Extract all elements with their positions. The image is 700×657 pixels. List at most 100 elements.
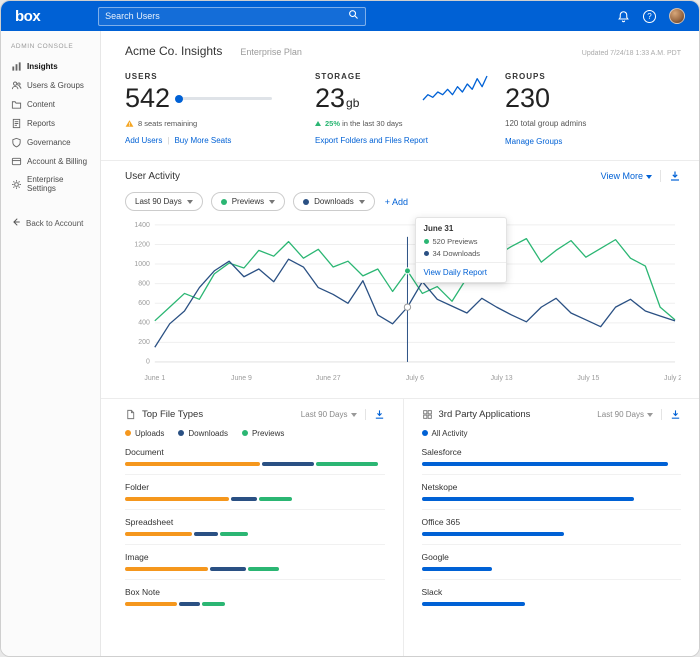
- sidebar-item-insights[interactable]: Insights: [1, 57, 100, 76]
- view-more-button[interactable]: View More: [601, 171, 652, 181]
- link-separator: |: [167, 136, 169, 145]
- add-users-link[interactable]: Add Users: [125, 136, 162, 145]
- previews-dot-icon: [424, 239, 429, 244]
- sidebar-item-governance[interactable]: Governance: [1, 133, 100, 152]
- row-bar: [422, 497, 682, 501]
- user-avatar[interactable]: [669, 8, 685, 24]
- download-apps-icon[interactable]: [661, 409, 681, 420]
- legend-dot-icon: [178, 430, 184, 436]
- app-row[interactable]: Salesforce: [422, 440, 682, 475]
- bar-segment-downloads: [210, 567, 246, 571]
- file-types-range-dropdown[interactable]: Last 90 Days: [301, 409, 385, 420]
- sidebar-item-label: Reports: [27, 119, 55, 128]
- row-label: Document: [125, 447, 385, 457]
- series-dot-icon: [303, 199, 309, 205]
- legend-item-downloads[interactable]: Downloads: [178, 429, 228, 438]
- topbar-actions: ?: [617, 8, 685, 24]
- box-logo[interactable]: box: [15, 8, 40, 25]
- notifications-bell-icon[interactable]: [617, 10, 630, 23]
- svg-text:0: 0: [146, 359, 150, 366]
- sidebar-item-label: Insights: [27, 62, 58, 71]
- app-row[interactable]: Office 365: [422, 510, 682, 545]
- sidebar-item-reports[interactable]: Reports: [1, 114, 100, 133]
- groups-count: 230: [505, 85, 550, 112]
- legend-item-uploads[interactable]: Uploads: [125, 429, 164, 438]
- legend-label: Previews: [252, 429, 284, 438]
- app-row[interactable]: Netskope: [422, 475, 682, 510]
- app-row[interactable]: Google: [422, 545, 682, 580]
- svg-text:July 6: July 6: [406, 375, 424, 382]
- third-party-apps-title: 3rd Party Applications: [439, 409, 531, 420]
- row-bar: [125, 462, 385, 466]
- row-label: Salesforce: [422, 447, 682, 457]
- sidebar-item-content[interactable]: Content: [1, 95, 100, 114]
- svg-text:July 15: July 15: [577, 375, 599, 382]
- search-input[interactable]: [105, 11, 348, 21]
- storage-trend-text: in the last 30 days: [340, 119, 403, 128]
- chevron-down-icon: [269, 200, 275, 204]
- chart-filters: Last 90 Days Previews Downloads + Add: [125, 192, 681, 211]
- filter-downloads[interactable]: Downloads: [293, 192, 375, 211]
- group-admins-text: 120 total group admins: [505, 119, 681, 128]
- view-daily-report-link[interactable]: View Daily Report: [416, 262, 506, 282]
- users-icon: [11, 80, 22, 91]
- topbar: box ?: [1, 1, 699, 31]
- export-report-link[interactable]: Export Folders and Files Report: [315, 136, 491, 145]
- bar-segment-downloads: [179, 602, 200, 606]
- bar-segment-previews: [202, 602, 225, 606]
- bar-segment-previews: [316, 462, 378, 466]
- bar-segment-all-activity: [422, 497, 635, 501]
- app-row[interactable]: Slack: [422, 580, 682, 614]
- sidebar-section-label: ADMIN CONSOLE: [1, 43, 100, 57]
- legend-item-all-activity[interactable]: All Activity: [422, 429, 468, 438]
- sidebar-item-users-groups[interactable]: Users & Groups: [1, 76, 100, 95]
- row-label: Netskope: [422, 482, 682, 492]
- row-label: Spreadsheet: [125, 517, 385, 527]
- bar-segment-uploads: [125, 497, 229, 501]
- kpi-users: USERS 542 8 seats remaining Add Users|Bu…: [125, 72, 315, 146]
- back-to-account-link[interactable]: Back to Account: [1, 213, 100, 233]
- search-box[interactable]: [98, 7, 366, 26]
- file-type-row[interactable]: Document: [125, 440, 385, 475]
- row-bar: [422, 602, 682, 606]
- sidebar: ADMIN CONSOLE Insights Users & GroupsCont…: [1, 31, 101, 656]
- bottom-sections: Top File Types Last 90 Days UploadsDownl…: [101, 398, 699, 656]
- kpi-groups: GROUPS 230 120 total group admins Manage…: [505, 72, 681, 146]
- file-type-row[interactable]: Spreadsheet: [125, 510, 385, 545]
- user-activity-chart[interactable]: 0200400600800100012001400June 1June 9Jun…: [125, 215, 681, 392]
- download-report-icon[interactable]: [660, 170, 681, 182]
- row-bar: [422, 532, 682, 536]
- manage-groups-link[interactable]: Manage Groups: [505, 137, 681, 146]
- sidebar-item-account-billing[interactable]: Account & Billing: [1, 152, 100, 171]
- buy-more-seats-link[interactable]: Buy More Seats: [174, 136, 231, 145]
- help-icon[interactable]: ?: [643, 10, 656, 23]
- bar-segment-uploads: [125, 567, 208, 571]
- filter-label: Downloads: [314, 197, 354, 206]
- storage-kpi-label: STORAGE: [315, 72, 419, 81]
- legend-item-previews[interactable]: Previews: [242, 429, 284, 438]
- storage-sparkline-chart: [419, 72, 491, 109]
- row-bar: [125, 602, 385, 606]
- legend-label: Uploads: [135, 429, 164, 438]
- legend-dot-icon: [242, 430, 248, 436]
- tooltip-downloads-value: 34 Downloads: [433, 249, 481, 258]
- bar-segment-uploads: [125, 602, 177, 606]
- apps-range-dropdown[interactable]: Last 90 Days: [597, 409, 681, 420]
- file-type-row[interactable]: Box Note: [125, 580, 385, 614]
- add-series-button[interactable]: + Add: [385, 197, 408, 207]
- bar-segment-previews: [220, 532, 249, 536]
- sidebar-item-enterprise-settings[interactable]: Enterprise Settings: [1, 171, 100, 197]
- series-dot-icon: [221, 199, 227, 205]
- file-type-row[interactable]: Image: [125, 545, 385, 580]
- download-file-types-icon[interactable]: [365, 409, 385, 420]
- file-type-row[interactable]: Folder: [125, 475, 385, 510]
- row-label: Google: [422, 552, 682, 562]
- svg-text:July 13: July 13: [491, 375, 513, 382]
- groups-kpi-label: GROUPS: [505, 72, 681, 81]
- row-label: Office 365: [422, 517, 682, 527]
- downloads-dot-icon: [424, 251, 429, 256]
- filter-last-90-days[interactable]: Last 90 Days: [125, 192, 203, 211]
- filter-previews[interactable]: Previews: [211, 192, 285, 211]
- apps-legend: All Activity: [422, 429, 682, 438]
- seats-remaining-text: 8 seats remaining: [138, 119, 197, 128]
